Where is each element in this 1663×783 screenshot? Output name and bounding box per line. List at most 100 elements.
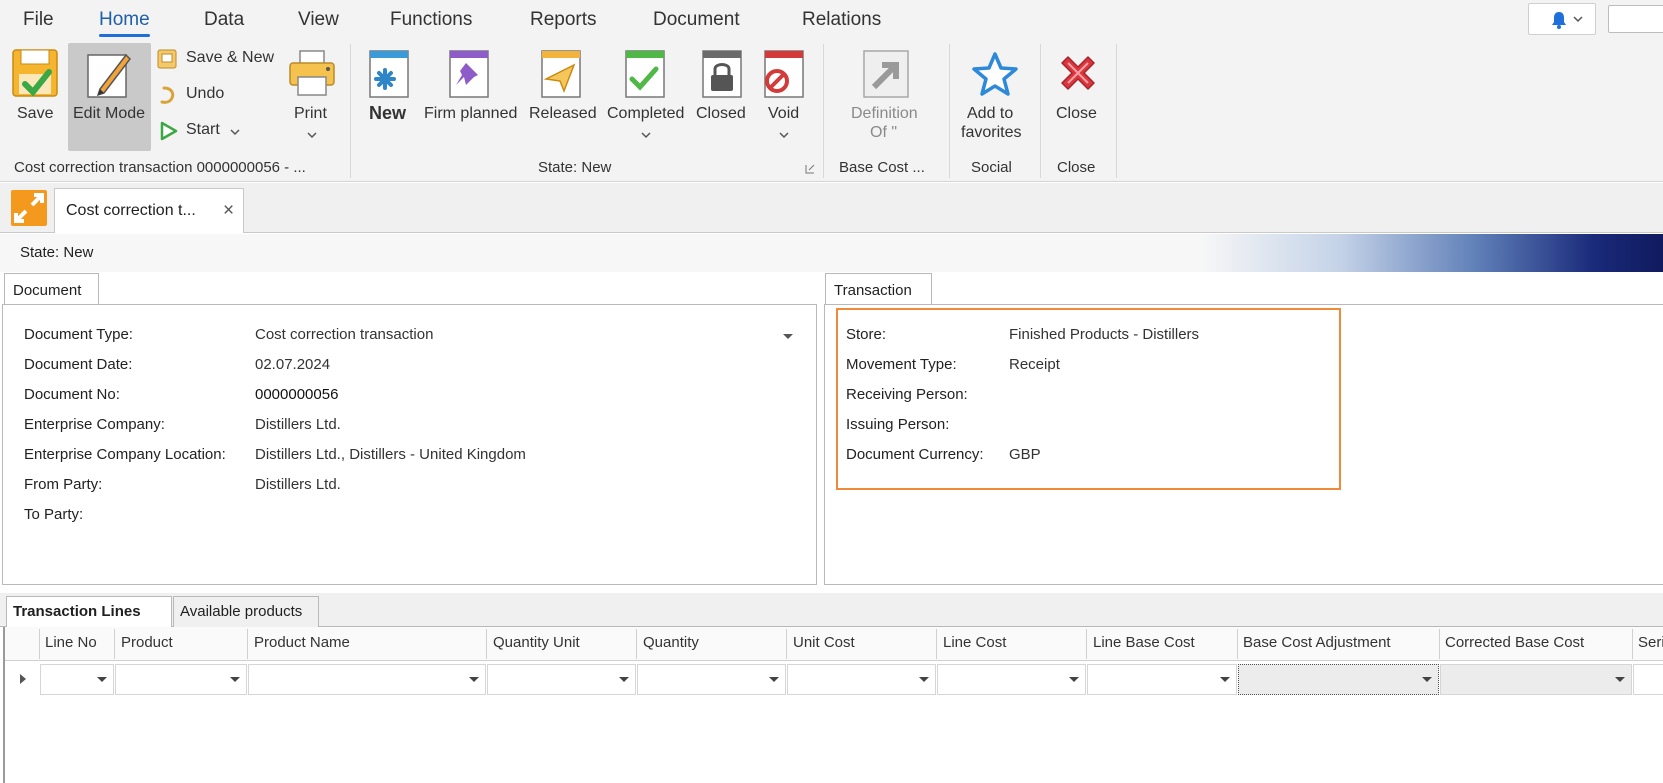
dropdown-arrow-icon (230, 677, 240, 682)
add-to-favorites-button[interactable]: Add to favorites (956, 43, 1034, 151)
header-banner (1200, 234, 1663, 272)
enterprise-company-value[interactable]: Distillers Ltd. (255, 416, 341, 433)
from-party-value[interactable]: Distillers Ltd. (255, 476, 341, 493)
record-group-label: Cost correction transaction 0000000056 -… (14, 159, 306, 176)
cell-base-cost-adjustment[interactable] (1238, 664, 1439, 695)
save-new-button[interactable]: Save & New (156, 46, 276, 72)
tab-available-products[interactable]: Available products (173, 596, 319, 627)
app-menu-button[interactable] (10, 189, 50, 229)
column-separator (1237, 629, 1238, 659)
document-panel-tab[interactable]: Document (4, 273, 99, 305)
close-icon (1061, 56, 1095, 90)
col-quantity-unit[interactable]: Quantity Unit (493, 634, 580, 651)
menu-bar: File Home Data View Functions Reports Do… (0, 0, 1663, 40)
dropdown-arrow-icon (619, 677, 629, 682)
document-type-value[interactable]: Cost correction transaction (255, 326, 433, 343)
base-cost-group-label: Base Cost ... (839, 159, 925, 176)
cell-line-cost[interactable] (937, 664, 1086, 695)
group-separator (1040, 44, 1041, 178)
state-completed-button[interactable]: Completed (604, 43, 688, 151)
definition-of-label-line1: Definition (851, 105, 918, 122)
tab-transaction-lines[interactable]: Transaction Lines (6, 596, 172, 627)
print-button[interactable]: Print (284, 43, 340, 151)
menu-view[interactable]: View (298, 9, 339, 31)
cell-corrected-base-cost[interactable] (1440, 664, 1632, 695)
undo-button[interactable]: Undo (156, 82, 236, 108)
cell-line-no[interactable] (40, 664, 114, 695)
cell-product[interactable] (115, 664, 247, 695)
state-new-label: New (369, 103, 407, 123)
cell-line-base-cost[interactable] (1087, 664, 1237, 695)
column-separator (247, 629, 248, 659)
state-void-button[interactable]: Void (756, 43, 812, 151)
undo-label: Undo (186, 85, 225, 102)
col-product[interactable]: Product (121, 634, 173, 651)
to-party-label: To Party: (24, 506, 84, 523)
col-line-no[interactable]: Line No (45, 634, 97, 651)
close-label: Close (1056, 105, 1097, 122)
transaction-lines-grid: Line No Product Product Name Quantity Un… (3, 627, 1663, 783)
from-party-label: From Party: (24, 476, 103, 493)
col-product-name[interactable]: Product Name (254, 634, 350, 651)
notifications-button[interactable] (1528, 3, 1596, 35)
document-type-dropdown-icon[interactable] (783, 334, 793, 339)
col-line-cost[interactable]: Line Cost (943, 634, 1006, 651)
save-new-label: Save & New (186, 49, 275, 66)
close-group-label: Close (1057, 159, 1096, 176)
state-firm-planned-button[interactable]: Firm planned (420, 43, 520, 151)
cell-product-name[interactable] (248, 664, 486, 695)
dialog-launcher-icon[interactable] (805, 164, 815, 174)
menu-file[interactable]: File (23, 9, 54, 31)
col-serial[interactable]: Seri (1638, 634, 1663, 651)
cell-serial[interactable] (1633, 664, 1663, 695)
definition-of-button[interactable]: Definition Of " (842, 43, 928, 151)
state-void-label: Void (768, 105, 800, 122)
cell-quantity-unit[interactable] (487, 664, 636, 695)
menu-functions[interactable]: Functions (390, 9, 472, 31)
document-date-value[interactable]: 02.07.2024 (255, 356, 330, 373)
state-strip: State: New (0, 234, 1663, 272)
document-no-value[interactable]: 0000000056 (255, 386, 338, 403)
menu-home[interactable]: Home (99, 9, 150, 37)
search-input[interactable] (1608, 5, 1663, 33)
document-no-label: Document No: (24, 386, 120, 403)
transaction-panel-tab[interactable]: Transaction (825, 273, 932, 305)
start-button[interactable]: Start (156, 118, 246, 144)
save-button[interactable]: Save (8, 43, 64, 151)
enterprise-company-location-value[interactable]: Distillers Ltd., Distillers - United Kin… (255, 446, 526, 463)
state-firm-planned-label: Firm planned (424, 105, 518, 122)
menu-reports[interactable]: Reports (530, 9, 597, 31)
menu-relations[interactable]: Relations (802, 9, 881, 31)
menu-data[interactable]: Data (204, 9, 244, 31)
edit-mode-button[interactable]: Edit Mode (68, 43, 151, 151)
col-base-cost-adjustment[interactable]: Base Cost Adjustment (1243, 634, 1391, 651)
state-closed-button[interactable]: Closed (692, 43, 752, 151)
void-icon (764, 50, 804, 98)
column-separator (786, 629, 787, 659)
state-new-button[interactable]: New (362, 43, 418, 151)
row-indicator-icon (20, 674, 26, 684)
menu-document[interactable]: Document (653, 9, 740, 31)
col-unit-cost[interactable]: Unit Cost (793, 634, 855, 651)
print-label: Print (294, 105, 327, 122)
document-date-label: Document Date: (24, 356, 133, 373)
col-corrected-base-cost[interactable]: Corrected Base Cost (1445, 634, 1584, 651)
tab-close-icon[interactable]: × (223, 200, 234, 222)
social-group-label: Social (971, 159, 1012, 176)
close-button[interactable]: Close (1048, 43, 1108, 151)
dropdown-arrow-icon (1615, 677, 1625, 682)
bell-icon (1552, 12, 1566, 29)
cell-quantity[interactable] (637, 664, 786, 695)
cell-unit-cost[interactable] (787, 664, 936, 695)
col-line-base-cost[interactable]: Line Base Cost (1093, 634, 1195, 651)
grid-header: Line No Product Product Name Quantity Un… (5, 627, 1663, 661)
document-tab[interactable]: Cost correction t... × (54, 188, 244, 233)
column-separator (486, 629, 487, 659)
column-separator (39, 629, 40, 659)
document-tab-strip: Cost correction t... × (0, 183, 1663, 233)
printer-icon (289, 50, 335, 96)
undo-icon (160, 86, 175, 104)
play-icon (160, 121, 178, 141)
state-released-button[interactable]: Released (524, 43, 600, 151)
col-quantity[interactable]: Quantity (643, 634, 699, 651)
